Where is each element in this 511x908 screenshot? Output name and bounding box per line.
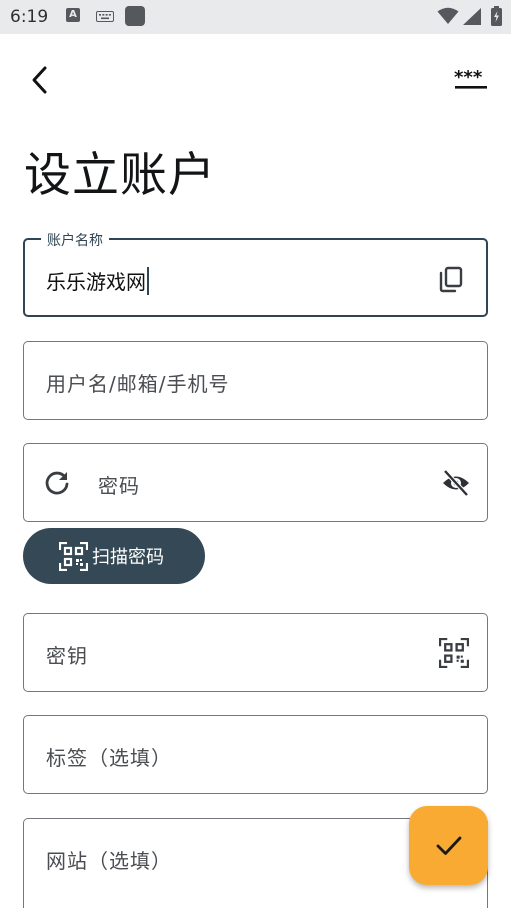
secret-key-placeholder: 密钥 — [46, 644, 88, 668]
keyboard-icon — [96, 11, 114, 22]
save-fab-button[interactable] — [409, 806, 488, 885]
wifi-icon — [437, 7, 459, 24]
check-icon — [436, 836, 461, 855]
password-placeholder: 密码 — [98, 474, 140, 498]
text-cursor — [147, 267, 149, 295]
page-title: 设立账户 — [24, 148, 216, 203]
battery-icon — [491, 6, 502, 26]
arrow-back-icon — [32, 66, 47, 94]
tags-field[interactable]: 标签（选填） — [23, 715, 488, 794]
password-field[interactable]: 密码 — [23, 443, 488, 522]
copy-icon[interactable] — [436, 264, 466, 294]
more-asterisks-icon[interactable]: *** — [452, 68, 490, 92]
svg-text:***: *** — [454, 68, 483, 88]
account-name-value: 乐乐游戏网 — [46, 270, 146, 294]
website-placeholder: 网站（选填） — [46, 849, 172, 873]
username-placeholder: 用户名/邮箱/手机号 — [46, 372, 230, 396]
status-time: 6:19 — [10, 7, 49, 27]
app-square-icon — [125, 6, 145, 26]
qr-scan-icon — [59, 541, 88, 571]
scan-password-button[interactable]: 扫描密码 — [23, 528, 205, 584]
account-name-label: 账户名称 — [41, 230, 109, 250]
refresh-icon[interactable] — [43, 469, 71, 497]
scan-password-label: 扫描密码 — [92, 547, 164, 568]
username-field[interactable]: 用户名/邮箱/手机号 — [23, 341, 488, 420]
accessibility-a-icon: A — [66, 8, 80, 22]
secret-key-field[interactable]: 密钥 — [23, 613, 488, 692]
back-button[interactable] — [22, 62, 58, 98]
account-name-value-wrap: 乐乐游戏网 — [46, 266, 149, 295]
visibility-off-icon[interactable] — [441, 468, 471, 498]
qr-scan-icon[interactable] — [439, 638, 469, 668]
app-bar: *** — [0, 34, 511, 124]
signal-icon — [463, 8, 481, 25]
account-name-field[interactable]: 账户名称 乐乐游戏网 — [23, 230, 488, 317]
tags-placeholder: 标签（选填） — [46, 746, 172, 770]
status-bar: 6:19 A — [0, 0, 511, 34]
